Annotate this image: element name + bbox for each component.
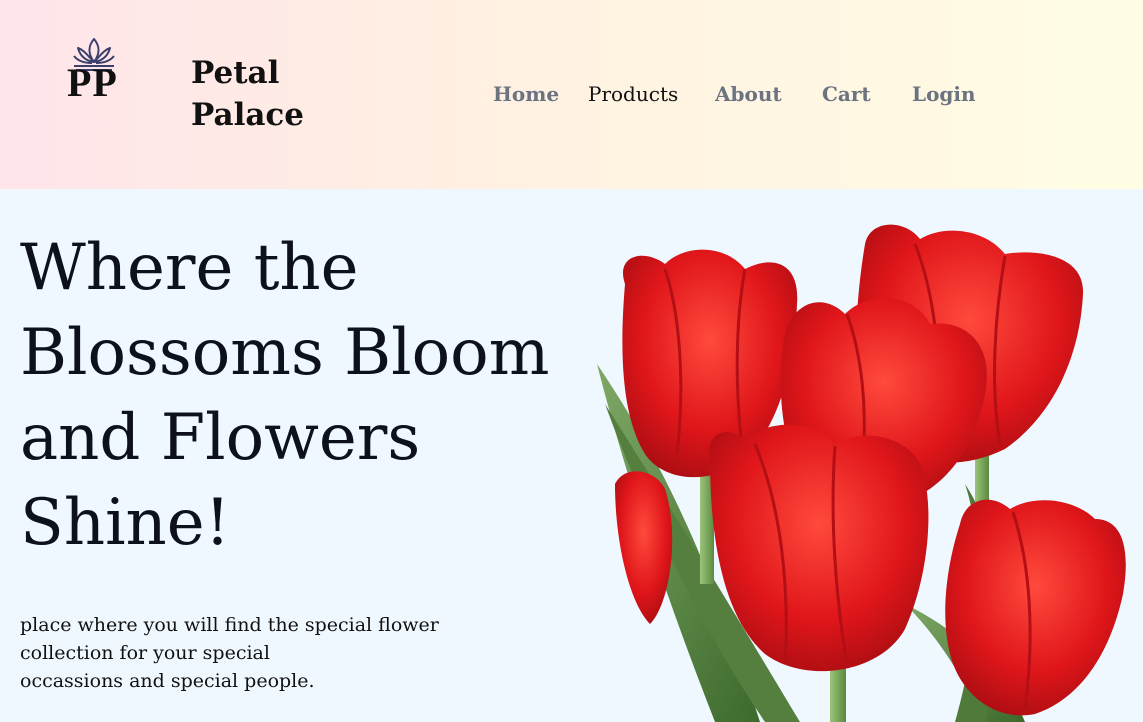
brand-name-line1: Petal [191, 55, 280, 91]
brand-name-line2: Palace [191, 97, 305, 133]
nav-cart-link[interactable]: Cart [822, 79, 871, 109]
logo[interactable]: PP [66, 36, 122, 108]
brand-name[interactable]: Petal Palace [191, 52, 304, 136]
hero-title: Where the Blossoms Bloom and Flowers Shi… [20, 231, 550, 560]
hero-description-line: occassions and special people. [20, 670, 315, 692]
red-tulips-image [597, 224, 1126, 722]
hero-description: place where you will find the special fl… [20, 611, 490, 695]
nav-login-link[interactable]: Login [912, 79, 976, 109]
logo-letters: PP [67, 60, 118, 105]
nav-about-link[interactable]: About [715, 79, 782, 109]
nav-home-link[interactable]: Home [493, 79, 559, 109]
nav-products-link[interactable]: Products [588, 79, 678, 109]
hero-description-line: place where you will find the special fl… [20, 614, 439, 636]
site-header: PP Petal Palace Home Products About Cart… [0, 0, 1143, 189]
hero-description-line: collection for your special [20, 642, 270, 664]
